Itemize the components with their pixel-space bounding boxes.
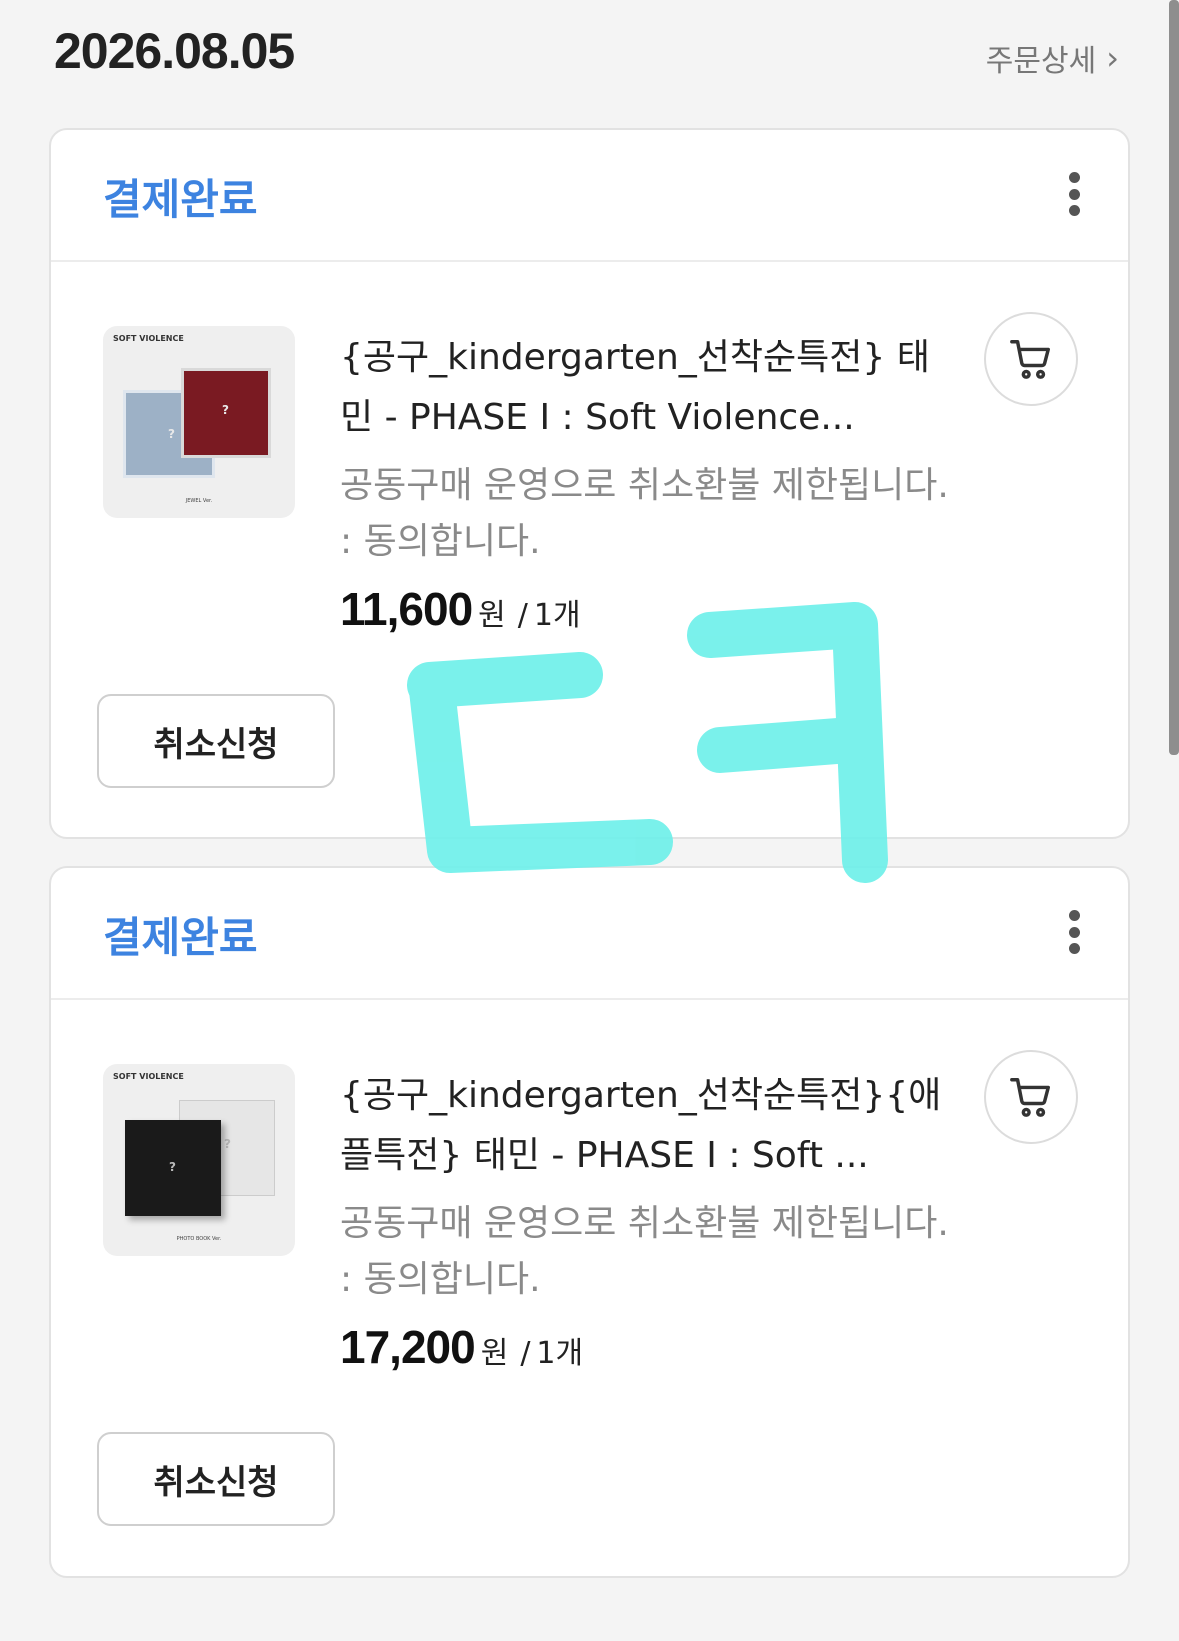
product-notice: 공동구매 운영으로 취소환불 제한됩니다. : 동의합니다.: [340, 465, 949, 562]
order-card-body: SOFT VIOLENCE ? ? JEWEL Ver. {공구_kinderg…: [51, 262, 1128, 837]
price-row: 17,200 원 / 1개: [340, 1320, 960, 1374]
product-quantity: 1개: [533, 598, 581, 633]
product-name[interactable]: {공구_kindergarten_선착순특전} 태민 - PHASE I : S…: [340, 328, 960, 448]
order-card: 결제완료 SOFT VIOLENCE ? ? PHOTO BOOK Ver. {…: [49, 866, 1130, 1578]
order-status: 결제완료: [103, 913, 258, 962]
order-card: 결제완료 SOFT VIOLENCE ? ? JEWEL Ver. {공구_ki…: [49, 128, 1130, 839]
product-notice: 공동구매 운영으로 취소환불 제한됩니다. : 동의합니다.: [340, 1203, 949, 1300]
more-vertical-icon[interactable]: [1068, 910, 1080, 954]
product-quantity: 1개: [536, 1336, 584, 1371]
order-card-header: 결제완료: [51, 130, 1128, 262]
product-thumbnail[interactable]: SOFT VIOLENCE ? ? PHOTO BOOK Ver.: [103, 1064, 295, 1256]
cart-icon: [1010, 340, 1050, 379]
thumbnail-caption: JEWEL Ver.: [185, 498, 213, 504]
more-vertical-icon[interactable]: [1068, 172, 1080, 216]
product-info: {공구_kindergarten_선착순특전}{애플특전} 태민 - PHASE…: [340, 1066, 960, 1374]
add-to-cart-button[interactable]: [984, 312, 1078, 406]
order-status: 결제완료: [103, 175, 258, 224]
product-price: 17,200: [340, 1321, 476, 1373]
order-card-header: 결제완료: [51, 868, 1128, 1000]
album-cover-red: ?: [181, 368, 271, 458]
currency-label: 원: [478, 598, 506, 633]
product-name[interactable]: {공구_kindergarten_선착순특전}{애플특전} 태민 - PHASE…: [340, 1066, 960, 1186]
cart-icon: [1010, 1078, 1050, 1117]
price-separator: /: [517, 598, 528, 633]
price-row: 11,600 원 / 1개: [340, 582, 960, 636]
order-date-header: 2026.08.05 주문상세 ›: [0, 0, 1179, 120]
order-date: 2026.08.05: [54, 23, 295, 79]
product-info: {공구_kindergarten_선착순특전} 태민 - PHASE I : S…: [340, 328, 960, 636]
order-card-body: SOFT VIOLENCE ? ? PHOTO BOOK Ver. {공구_ki…: [51, 1000, 1128, 1575]
thumbnail-title: SOFT VIOLENCE: [113, 334, 184, 343]
cancel-request-button[interactable]: 취소신청: [97, 1432, 335, 1526]
order-detail-link[interactable]: 주문상세 ›: [986, 36, 1119, 80]
thumbnail-caption: PHOTO BOOK Ver.: [176, 1236, 222, 1242]
chevron-right-icon: ›: [1106, 39, 1119, 77]
currency-label: 원: [480, 1336, 509, 1371]
product-price: 11,600: [340, 583, 473, 635]
price-separator: /: [520, 1336, 531, 1371]
scrollbar[interactable]: [1169, 0, 1179, 755]
product-thumbnail[interactable]: SOFT VIOLENCE ? ? JEWEL Ver.: [103, 326, 295, 518]
album-cover-black: ?: [125, 1120, 221, 1216]
thumbnail-title: SOFT VIOLENCE: [113, 1072, 184, 1081]
add-to-cart-button[interactable]: [984, 1050, 1078, 1144]
order-detail-label: 주문상세: [985, 44, 1097, 79]
cancel-request-button[interactable]: 취소신청: [97, 694, 335, 788]
